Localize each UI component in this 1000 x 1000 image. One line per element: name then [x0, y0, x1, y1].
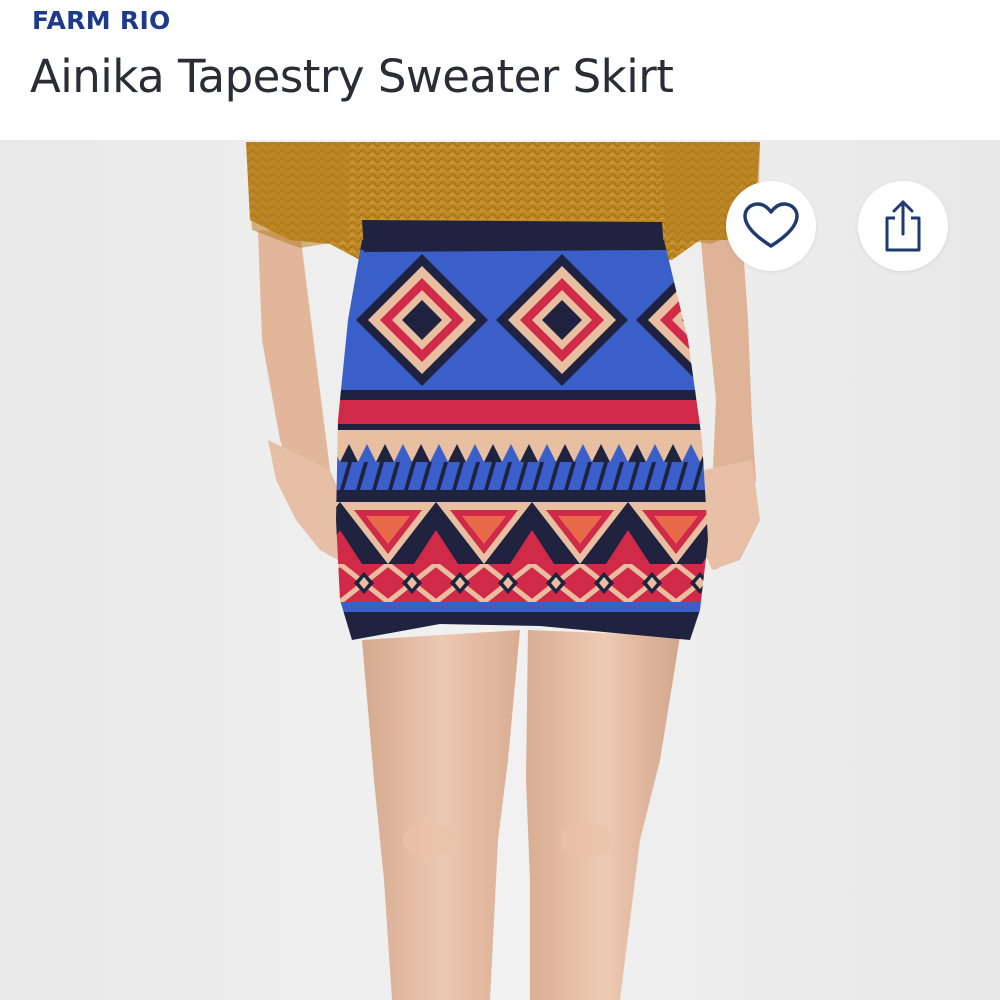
share-button[interactable]: [858, 181, 948, 271]
heart-outline-icon: [743, 202, 799, 248]
product-title: Ainika Tapestry Sweater Skirt: [30, 50, 674, 103]
product-image[interactable]: [0, 140, 1000, 1000]
listing-header: FARM RIO Ainika Tapestry Sweater Skirt: [0, 0, 1000, 140]
brand-name[interactable]: FARM RIO: [32, 6, 171, 35]
like-button[interactable]: [726, 181, 816, 271]
share-upload-icon: [885, 200, 921, 252]
